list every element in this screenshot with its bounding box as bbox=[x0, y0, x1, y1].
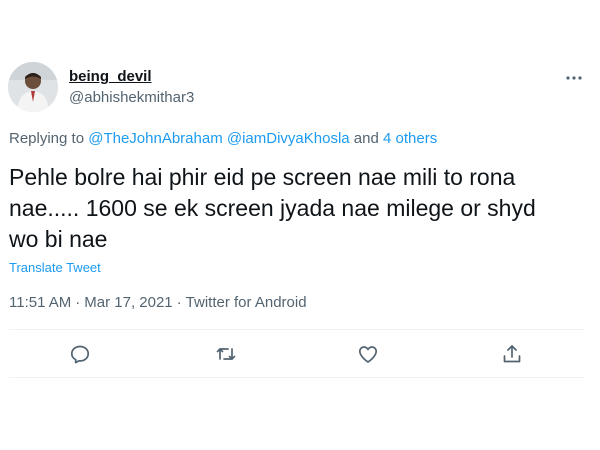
translate-tweet-link[interactable]: Translate Tweet bbox=[9, 260, 101, 275]
share-icon[interactable] bbox=[500, 342, 524, 366]
reply-icon[interactable] bbox=[68, 342, 92, 366]
meta-separator: · bbox=[75, 294, 81, 311]
replying-to-prefix: Replying to bbox=[9, 130, 89, 147]
more-options-icon[interactable] bbox=[563, 70, 585, 86]
mention-thejohnabraham[interactable]: @TheJohnAbraham bbox=[88, 130, 222, 147]
tweet-source[interactable]: Twitter for Android bbox=[186, 294, 307, 311]
avatar-image bbox=[8, 62, 58, 112]
tweet-date[interactable]: Mar 17, 2021 bbox=[84, 294, 172, 311]
tweet-time[interactable]: 11:51 AM bbox=[9, 294, 71, 311]
mention-others[interactable]: 4 others bbox=[383, 130, 437, 147]
mention-iamdivyakhosla[interactable]: @iamDivyaKhosla bbox=[227, 130, 350, 147]
like-heart-icon[interactable] bbox=[356, 342, 380, 366]
tweet-text: Pehle bolre hai phir eid pe screen nae m… bbox=[9, 164, 536, 252]
meta-separator: · bbox=[176, 294, 182, 311]
username[interactable]: @abhishekmithar3 bbox=[69, 89, 194, 106]
tweet-card: being_devil @abhishekmithar3 Replying to… bbox=[0, 0, 600, 450]
display-name[interactable]: being_devil bbox=[69, 68, 152, 85]
replying-to-line: Replying to @TheJohnAbraham @iamDivyaKho… bbox=[9, 130, 437, 147]
tweet-metadata: 11:51 AM · Mar 17, 2021 · Twitter for Androi… bbox=[9, 294, 307, 311]
replying-to-and: and bbox=[349, 130, 384, 147]
divider bbox=[9, 329, 584, 330]
retweet-icon[interactable] bbox=[214, 342, 238, 366]
avatar[interactable] bbox=[8, 62, 58, 112]
divider bbox=[9, 377, 584, 378]
